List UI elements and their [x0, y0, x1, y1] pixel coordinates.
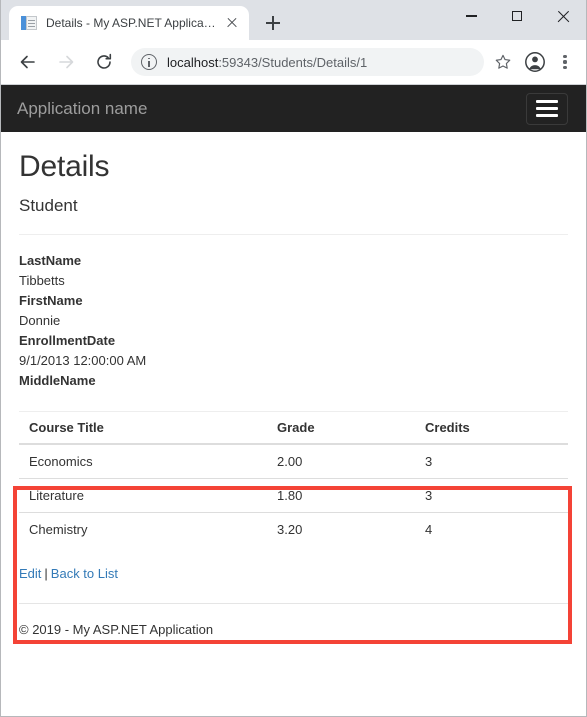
- footer-text: © 2019 - My ASP.NET Application: [19, 622, 214, 637]
- detail-label: FirstName: [19, 293, 83, 308]
- window-controls: [448, 0, 586, 40]
- browser-toolbar: localhost:59343/Students/Details/1: [1, 40, 586, 85]
- page-container: Details Student LastName Tibbetts FirstN…: [1, 150, 586, 637]
- url-path: :59343/Students/Details/1: [218, 54, 368, 70]
- cell-credits: 3: [415, 478, 568, 513]
- forward-arrow-icon[interactable]: [50, 46, 82, 78]
- url-host: localhost: [167, 54, 219, 70]
- url-text: localhost:59343/Students/Details/1: [167, 55, 367, 70]
- hamburger-menu-icon[interactable]: [526, 92, 568, 125]
- cell-grade: 1.80: [267, 478, 415, 513]
- info-circle-icon[interactable]: [141, 54, 157, 70]
- cell-credits: 4: [415, 512, 568, 546]
- detail-value: 9/1/2013 12:00:00 AM: [19, 353, 147, 368]
- tab-close-icon[interactable]: [223, 14, 241, 32]
- column-header-credits: Credits: [415, 411, 568, 445]
- page-viewport: Application name Details Student LastNam…: [1, 85, 586, 716]
- site-navbar: Application name: [1, 85, 586, 132]
- detail-label: MiddleName: [19, 373, 96, 388]
- document-icon: [21, 15, 37, 31]
- table-row: Economics 2.00 3: [19, 443, 568, 479]
- table-row: Chemistry 3.20 4: [19, 512, 568, 546]
- table-header-row: Course Title Grade Credits: [19, 411, 568, 445]
- back-to-list-link[interactable]: Back to List: [51, 566, 118, 581]
- action-links: Edit | Back to List: [19, 566, 568, 581]
- detail-label: EnrollmentDate: [19, 333, 116, 348]
- maximize-button[interactable]: [494, 0, 540, 32]
- page-title: Details: [19, 150, 110, 183]
- column-header-course-title: Course Title: [19, 411, 267, 445]
- cell-course: Chemistry: [19, 512, 267, 546]
- detail-label: LastName: [19, 253, 82, 268]
- window-close-button[interactable]: [540, 0, 586, 32]
- courses-table-body: Economics 2.00 3 Literature 1.80 3 Chemi…: [19, 443, 568, 546]
- table-row: Literature 1.80 3: [19, 478, 568, 513]
- student-details-list: LastName Tibbetts FirstName Donnie Enrol…: [19, 251, 568, 411]
- detail-value: [19, 391, 568, 411]
- detail-value: Donnie: [19, 313, 61, 328]
- edit-link[interactable]: Edit: [19, 566, 41, 581]
- tab-title: Details - My ASP.NET Application: [46, 16, 217, 30]
- content-divider: [19, 234, 568, 235]
- reload-icon[interactable]: [88, 46, 120, 78]
- kebab-menu-icon[interactable]: [552, 48, 578, 76]
- footer-divider: [19, 603, 568, 604]
- cell-credits: 3: [415, 443, 568, 479]
- courses-table: Course Title Grade Credits Economics 2.0…: [19, 411, 568, 546]
- address-bar[interactable]: localhost:59343/Students/Details/1: [131, 48, 484, 76]
- back-arrow-icon[interactable]: [12, 46, 44, 78]
- courses-table-head: Course Title Grade Credits: [19, 411, 568, 445]
- detail-value: Tibbetts: [19, 273, 65, 288]
- cell-course: Literature: [19, 478, 267, 513]
- cell-grade: 2.00: [267, 443, 415, 479]
- cell-grade: 3.20: [267, 512, 415, 546]
- navbar-brand[interactable]: Application name: [17, 99, 147, 119]
- star-icon[interactable]: [490, 49, 516, 75]
- link-separator: |: [44, 566, 48, 581]
- tab-strip: Details - My ASP.NET Application: [1, 0, 586, 40]
- browser-window: Details - My ASP.NET Application localho…: [0, 0, 587, 717]
- account-avatar-icon[interactable]: [521, 48, 549, 76]
- page-subtitle: Student: [19, 196, 78, 215]
- minimize-button[interactable]: [448, 0, 494, 32]
- new-tab-button[interactable]: [259, 9, 287, 37]
- cell-course: Economics: [19, 443, 267, 479]
- column-header-grade: Grade: [267, 411, 415, 445]
- browser-tab[interactable]: Details - My ASP.NET Application: [9, 6, 249, 40]
